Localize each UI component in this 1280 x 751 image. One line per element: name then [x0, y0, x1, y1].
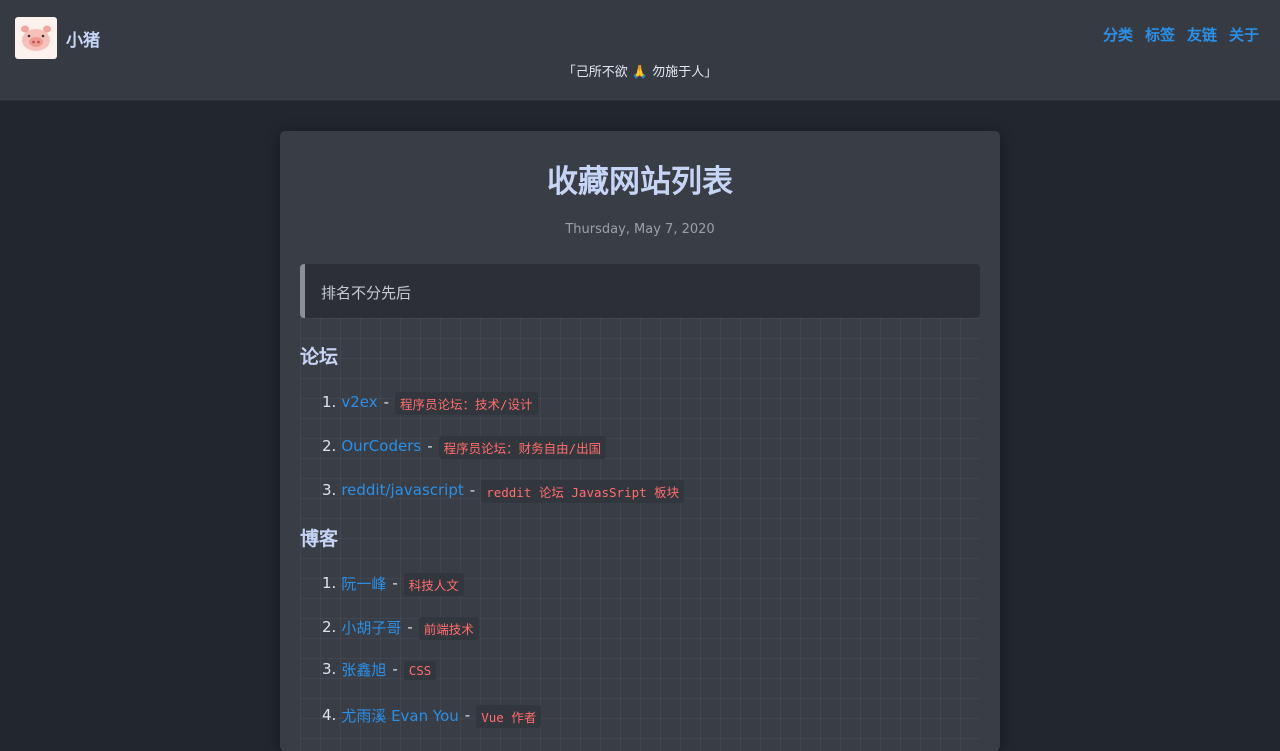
list-item: 2. OurCoders - 程序员论坛：财务自由/出国: [322, 433, 607, 459]
site-link[interactable]: 阮一峰: [341, 573, 386, 594]
post-title: 收藏网站列表: [547, 164, 733, 200]
list-number: 1.: [322, 574, 337, 592]
site-brand[interactable]: 小猪: [15, 17, 100, 59]
separator: -: [469, 481, 476, 499]
separator: -: [383, 393, 389, 411]
section-title-forums: 论坛: [300, 346, 339, 368]
separator: -: [392, 574, 398, 592]
list-item: 2. 小胡子哥 - 前端技术: [322, 614, 479, 640]
list-item: 4. 尤雨溪 Evan You - Vue 作者: [322, 702, 542, 728]
list-number: 2.: [322, 618, 337, 636]
list-item: 1. v2ex - 程序员论坛：技术/设计: [322, 389, 538, 415]
main-nav: 分类 标签 友链 关于: [1103, 24, 1259, 45]
list-item: 3. 张鑫旭 - CSS: [322, 658, 437, 680]
site-link[interactable]: 张鑫旭: [341, 659, 386, 680]
description-code: reddit 论坛 JavasSript 板块: [481, 480, 685, 503]
post-date: Thursday, May 7, 2020: [565, 222, 715, 237]
notice-blockquote: 排名不分先后: [300, 264, 980, 318]
list-item: 3. reddit/javascript - reddit 论坛 JavasSr…: [322, 477, 685, 503]
list-number: 4.: [322, 706, 337, 724]
site-link[interactable]: reddit/javascript: [341, 481, 463, 499]
separator: -: [392, 660, 398, 678]
nav-item-about[interactable]: 关于: [1229, 24, 1259, 45]
separator: -: [427, 437, 433, 455]
description-code: Vue 作者: [476, 705, 542, 728]
site-link[interactable]: v2ex: [341, 393, 377, 411]
list-item: 1. 阮一峰 - 科技人文: [322, 570, 464, 596]
separator: -: [464, 706, 471, 724]
nav-item-tags[interactable]: 标签: [1145, 24, 1175, 45]
list-number: 3.: [322, 660, 337, 678]
list-number: 3.: [322, 481, 337, 499]
site-link[interactable]: OurCoders: [341, 437, 421, 455]
site-tagline: 「己所不欲 🙏 勿施于人」: [562, 65, 718, 80]
content-grid-background: [300, 318, 980, 751]
post-card: 收藏网站列表 Thursday, May 7, 2020 排名不分先后 论坛 1…: [280, 131, 1000, 751]
site-header: 小猪 分类 标签 友链 关于 「己所不欲 🙏 勿施于人」: [0, 0, 1280, 101]
site-link[interactable]: 小胡子哥: [341, 617, 401, 638]
description-code: 前端技术: [418, 617, 479, 640]
site-name[interactable]: 小猪: [66, 26, 100, 51]
list-number: 1.: [322, 393, 337, 411]
site-link[interactable]: 尤雨溪 Evan You: [341, 705, 458, 726]
list-number: 2.: [322, 437, 337, 455]
section-title-blogs: 博客: [300, 528, 339, 550]
nav-item-links[interactable]: 友链: [1187, 24, 1217, 45]
description-code: 程序员论坛：技术/设计: [395, 392, 538, 415]
separator: -: [407, 618, 413, 636]
description-code: 程序员论坛：财务自由/出国: [438, 436, 607, 459]
pig-logo-icon[interactable]: [15, 17, 57, 59]
description-code: CSS: [403, 661, 437, 680]
nav-item-categories[interactable]: 分类: [1103, 24, 1133, 45]
description-code: 科技人文: [403, 573, 464, 596]
